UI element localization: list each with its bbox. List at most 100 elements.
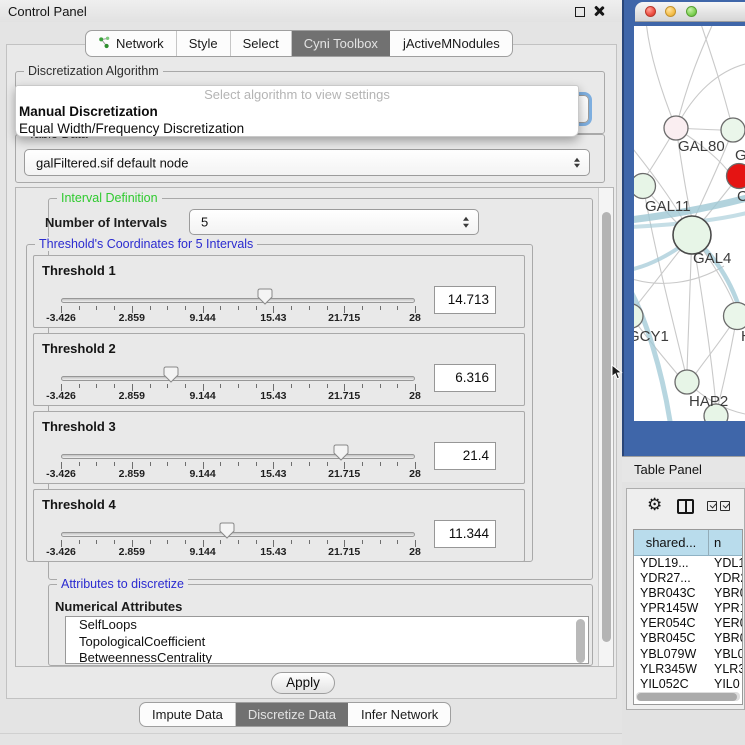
checkbox-icon[interactable]: [707, 501, 717, 511]
zoom-traffic-light-icon[interactable]: [686, 6, 697, 17]
column-header-name[interactable]: n: [709, 530, 742, 555]
threshold-1-slider-handle[interactable]: [257, 288, 273, 305]
scrollbar-thumb[interactable]: [637, 693, 737, 701]
tick: [256, 540, 257, 544]
tick: [79, 462, 80, 466]
threshold-2-label: Threshold 2: [42, 341, 116, 356]
table-row[interactable]: YBR045CYBR0: [634, 631, 742, 646]
table-row[interactable]: YBR043CYBR0: [634, 586, 742, 601]
node-gal11[interactable]: [634, 174, 656, 199]
attributes-list-scrollbar[interactable]: [576, 619, 586, 663]
node-gcy1[interactable]: [634, 304, 643, 328]
network-canvas[interactable]: GAL80 G C GAL11 GAL4 GCY1 H HAP2: [634, 26, 745, 421]
table-row[interactable]: YDR27...YDR2: [634, 571, 742, 586]
float-window-icon[interactable]: [575, 7, 585, 17]
bottom-tab-impute-data[interactable]: Impute Data: [140, 703, 235, 726]
tab-network[interactable]: Network: [86, 31, 176, 56]
label-partial-h: H: [741, 328, 745, 345]
algorithm-dropdown-popup: Select algorithm to view settings Manual…: [15, 85, 579, 137]
threshold-2-slider-track[interactable]: [61, 376, 415, 381]
tick: [309, 384, 310, 388]
gear-icon[interactable]: ⚙: [647, 496, 662, 513]
column-header-shared-name[interactable]: shared...: [634, 530, 709, 555]
label-gal4: GAL4: [693, 250, 731, 267]
node-hap2[interactable]: [675, 370, 699, 394]
tick: [397, 384, 398, 388]
minimize-traffic-light-icon[interactable]: [665, 6, 676, 17]
cell-shared-name: YDR27...: [634, 571, 709, 586]
panel-scrollbar[interactable]: [598, 188, 613, 666]
algorithm-option-equal-width-frequency-discretization[interactable]: Equal Width/Frequency Discretization: [16, 120, 578, 137]
table-row[interactable]: YBL079WYBL0: [634, 647, 742, 662]
threshold-3-value-field[interactable]: 21.4: [434, 442, 496, 470]
tab-style[interactable]: Style: [176, 31, 230, 56]
tick: [150, 540, 151, 544]
threshold-2-value-field[interactable]: 6.316: [434, 364, 496, 392]
table-row[interactable]: YIL052CYIL0: [634, 677, 742, 692]
tick: [96, 540, 97, 544]
scrollbar-thumb[interactable]: [576, 619, 585, 663]
algorithm-options: Manual DiscretizationEqual Width/Frequen…: [16, 103, 578, 137]
tick-label: 9.144: [189, 546, 215, 558]
algorithm-placeholder-option[interactable]: Select algorithm to view settings: [16, 86, 578, 103]
tick: [167, 540, 168, 544]
network-nodes[interactable]: [634, 116, 745, 421]
scrollbar-thumb[interactable]: [602, 212, 611, 642]
node-gal4[interactable]: [673, 216, 711, 254]
split-columns-icon[interactable]: [677, 499, 694, 514]
close-icon[interactable]: [593, 5, 605, 17]
spinner-arrows-icon: [463, 217, 469, 228]
apply-button[interactable]: Apply: [271, 672, 335, 694]
attribute-item-selfloops[interactable]: SelfLoops: [66, 617, 588, 634]
threshold-4-value-field[interactable]: 11.344: [434, 520, 496, 548]
node-h[interactable]: [724, 303, 745, 330]
tab-cyni-toolbox[interactable]: Cyni Toolbox: [291, 31, 390, 56]
table-row[interactable]: YDL19...YDL1: [634, 556, 742, 571]
numerical-attributes-list: SelfLoopsTopologicalCoefficientBetweenne…: [65, 616, 589, 664]
checkbox-icon[interactable]: [720, 501, 730, 511]
node-gal80[interactable]: [664, 116, 688, 140]
network-graph: GAL80 G C GAL11 GAL4 GCY1 H HAP2: [634, 26, 745, 421]
tick-label: 21.715: [328, 390, 360, 402]
cell-name: YLR3: [709, 662, 742, 677]
close-traffic-light-icon[interactable]: [645, 6, 656, 17]
table-row[interactable]: YPR145WYPR1: [634, 601, 742, 616]
tab-network-label: Network: [116, 36, 164, 51]
tick: [220, 384, 221, 388]
threshold-4-slider-handle[interactable]: [219, 522, 235, 539]
bottom-tab-discretize-data[interactable]: Discretize Data: [235, 703, 348, 726]
tab-jactivemnodules[interactable]: jActiveMNodules: [390, 31, 512, 56]
network-window-titlebar[interactable]: [635, 2, 745, 22]
label-partial-c: C: [737, 188, 745, 205]
node-red-selected[interactable]: [727, 164, 745, 189]
number-of-intervals-label: Number of Intervals: [45, 215, 167, 230]
tick: [309, 306, 310, 310]
table-row[interactable]: YER054CYER0: [634, 616, 742, 631]
table-header-row: shared... n: [634, 530, 742, 556]
table-horizontal-scrollbar[interactable]: [636, 692, 740, 701]
bottom-tab-infer-network[interactable]: Infer Network: [348, 703, 450, 726]
tick: [96, 306, 97, 310]
threshold-3-slider-track[interactable]: [61, 454, 415, 459]
threshold-2-slider-handle[interactable]: [163, 366, 179, 383]
tick: [291, 306, 292, 310]
table-row[interactable]: YLR345WYLR3: [634, 662, 742, 677]
tick: [291, 384, 292, 388]
tick: [150, 462, 151, 466]
attribute-item-betweennesscentrality[interactable]: BetweennessCentrality: [66, 650, 588, 664]
tick: [256, 462, 257, 466]
table-data-select[interactable]: galFiltered.sif default node: [24, 149, 590, 176]
tick-label: 28: [409, 390, 421, 402]
tick-label: 2.859: [119, 468, 145, 480]
threshold-4-slider-track[interactable]: [61, 532, 415, 537]
cell-shared-name: YBR045C: [634, 631, 709, 646]
tick: [256, 384, 257, 388]
threshold-1-value-field[interactable]: 14.713: [434, 286, 496, 314]
attribute-item-topologicalcoefficient[interactable]: TopologicalCoefficient: [66, 634, 588, 651]
threshold-1-slider-track[interactable]: [61, 298, 415, 303]
number-of-intervals-select[interactable]: 5: [189, 209, 479, 235]
tab-select[interactable]: Select: [230, 31, 291, 56]
algorithm-option-manual-discretization[interactable]: Manual Discretization: [16, 103, 578, 120]
tick-label: -3.426: [46, 546, 76, 558]
threshold-3-slider-handle[interactable]: [333, 444, 349, 461]
